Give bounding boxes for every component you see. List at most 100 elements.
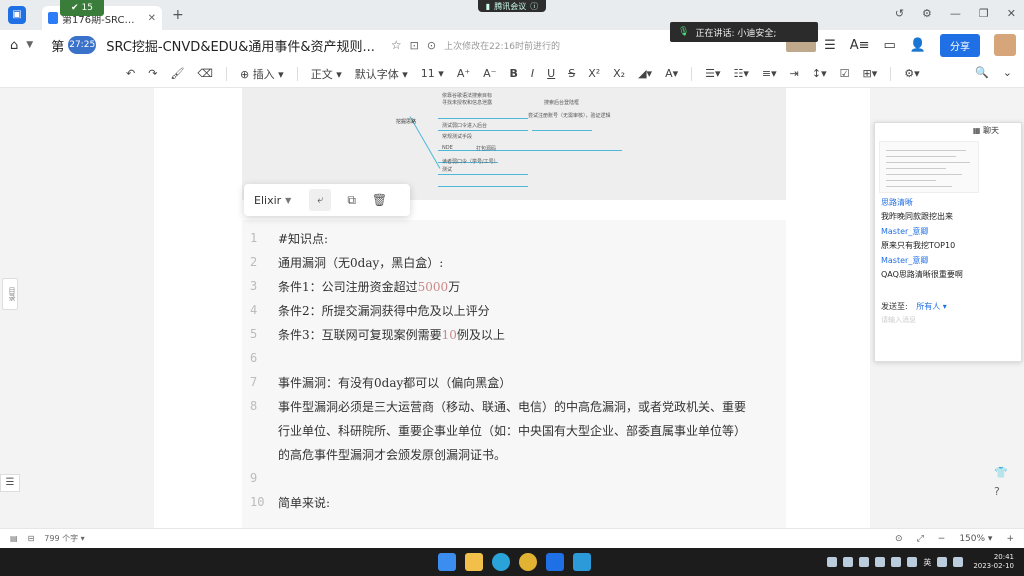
page-view-icon[interactable]: ▤ <box>10 534 18 543</box>
chevron-down-icon[interactable]: ▼ <box>26 40 33 50</box>
zoom-out-icon[interactable]: − <box>938 534 946 544</box>
copy-icon[interactable]: ⧉ <box>347 193 356 208</box>
align-icon[interactable]: ≡▾ <box>762 67 777 80</box>
settings-gear-icon[interactable]: ⚙ <box>922 7 932 20</box>
style-label: 正文 <box>310 67 333 81</box>
strikethrough-icon[interactable]: S <box>568 67 575 80</box>
zoom-level[interactable]: 150% ▾ <box>959 534 992 544</box>
insert-button[interactable]: ⊕ 插入 ▾ <box>240 66 284 82</box>
font-color-icon[interactable]: A▾ <box>665 67 678 80</box>
clear-format-icon[interactable]: ⌫ <box>197 67 213 80</box>
close-window-button[interactable]: ✕ <box>1007 7 1016 20</box>
restore-size-icon[interactable]: ↺ <box>895 7 904 20</box>
speaking-indicator: 🎙 正在讲话: 小迪安全; <box>670 22 818 42</box>
code-line: 2 通用漏洞（无0day，黑白盒）: <box>242 250 786 274</box>
mindmap-node: 寻找未授权和信息泄露 <box>442 100 493 106</box>
present-icon[interactable]: ▭ <box>884 38 896 53</box>
document-title[interactable]: SRC挖掘-CNVD&EDU&通用事件&资产规则... <box>106 36 375 55</box>
increase-font-icon[interactable]: A⁺ <box>457 67 470 80</box>
window-controls: ↺ ⚙ — ❐ ✕ <box>895 7 1016 20</box>
minimize-button[interactable]: — <box>950 7 961 20</box>
fit-width-icon[interactable]: ⊟ <box>28 534 35 543</box>
tray-app-icon[interactable] <box>859 557 870 567</box>
tray-app-icon[interactable] <box>875 557 886 567</box>
mindmap-root: 挖掘思路 <box>396 119 417 125</box>
menu-icon[interactable]: ☰ <box>824 38 836 53</box>
chat-input[interactable]: 请输入消息 <box>881 315 916 325</box>
focus-mode-icon[interactable]: ⊙ <box>895 534 903 544</box>
chat-sender: 思路清晰 <box>881 198 913 207</box>
mindmap-connector <box>532 150 622 151</box>
tencent-meeting-icon[interactable] <box>573 553 591 571</box>
font-style-icon[interactable]: A≡ <box>850 38 870 53</box>
highlight-icon[interactable]: ◢▾ <box>638 67 652 80</box>
plugin-icon[interactable]: ⚙▾ <box>904 67 919 80</box>
user-avatar[interactable] <box>994 34 1016 56</box>
toolbar-right: 🔍 ⌄ <box>975 66 1012 79</box>
help-icon[interactable]: ? <box>994 485 1012 498</box>
star-icon[interactable]: ☆ <box>391 38 402 52</box>
home-icon[interactable]: ⌂ <box>10 38 18 53</box>
move-icon[interactable]: ⊡ <box>410 39 419 52</box>
font-family-select[interactable]: 默认字体 ▾ <box>355 66 408 82</box>
shared-screenshot-thumbnail[interactable] <box>879 141 979 193</box>
maximize-button[interactable]: ❐ <box>979 7 989 20</box>
word-count[interactable]: 799 个字 ▾ <box>44 533 84 544</box>
checklist-icon[interactable]: ☑ <box>840 67 850 80</box>
volume-icon[interactable] <box>953 557 964 567</box>
shirt-icon[interactable]: 👕 <box>994 466 1012 479</box>
tray-app-icon[interactable] <box>827 557 838 567</box>
redo-icon[interactable]: ↷ <box>148 67 157 80</box>
tray-app-icon[interactable] <box>907 557 918 567</box>
wrap-lines-icon[interactable]: ⤶ <box>309 189 332 211</box>
send-to-select[interactable]: 所有人 ▾ <box>916 302 947 311</box>
italic-icon[interactable]: I <box>531 67 534 80</box>
share-button[interactable]: 分享 <box>940 33 980 57</box>
subscript-icon[interactable]: X₂ <box>613 67 625 80</box>
line-spacing-icon[interactable]: ↕▾ <box>812 67 827 80</box>
meeting-label: 腾讯会议 <box>494 1 527 11</box>
paragraph-style-select[interactable]: 正文 ▾ <box>311 66 342 82</box>
indent-icon[interactable]: ⇥ <box>790 67 799 80</box>
tencent-docs-icon[interactable] <box>546 553 564 571</box>
edge-browser-icon[interactable] <box>492 553 510 571</box>
table-icon[interactable]: ⊞▾ <box>863 67 878 80</box>
bullet-list-icon[interactable]: ☰▾ <box>705 67 720 80</box>
language-select[interactable]: Elixir <box>254 194 281 207</box>
size-label: 11 <box>420 67 435 80</box>
code-line: 4 条件2：所提交漏洞获得中危及以上评分 <box>242 298 786 322</box>
tray-app-icon[interactable] <box>843 557 854 567</box>
line-text: 通用漏洞（无0day，黑白盒）: <box>278 255 444 270</box>
system-clock[interactable]: 20:41 2023-02-10 <box>973 553 1014 571</box>
add-user-icon[interactable]: 👤 <box>910 38 926 53</box>
superscript-icon[interactable]: X² <box>588 67 600 80</box>
underline-icon[interactable]: U <box>547 67 555 80</box>
caret-down-icon[interactable]: ▼ <box>285 196 291 205</box>
windows-start-icon[interactable] <box>438 553 456 571</box>
undo-icon[interactable]: ↶ <box>126 67 135 80</box>
font-size-select[interactable]: 11 ▾ <box>421 67 444 80</box>
line-text: #知识点: <box>278 231 329 246</box>
network-icon[interactable] <box>937 557 948 567</box>
insert-label: 插入 <box>252 67 275 81</box>
close-tab-icon[interactable]: ✕ <box>148 13 156 24</box>
tray-app-icon[interactable] <box>891 557 902 567</box>
fullscreen-icon[interactable]: ⤢ <box>917 534 924 544</box>
list-icon[interactable]: ☰ <box>0 474 20 492</box>
chevron-down-icon[interactable]: ⌄ <box>1003 66 1012 79</box>
new-tab-button[interactable]: + <box>172 7 184 23</box>
bold-icon[interactable]: B <box>510 67 518 80</box>
numbered-list-icon[interactable]: ☷▾ <box>734 67 749 80</box>
zoom-in-icon[interactable]: + <box>1006 534 1014 544</box>
meeting-indicator[interactable]: ▮ 腾讯会议 ⓘ <box>478 0 546 12</box>
outline-toggle[interactable]: 目录 <box>2 278 18 310</box>
decrease-font-icon[interactable]: A⁻ <box>483 67 496 80</box>
ime-indicator[interactable]: 英 <box>923 557 931 568</box>
chat-sender: Master_意卿 <box>881 256 929 265</box>
trash-icon[interactable]: 🗑 <box>372 193 387 207</box>
file-explorer-icon[interactable] <box>465 553 483 571</box>
chrome-browser-icon[interactable] <box>519 553 537 571</box>
format-painter-icon[interactable]: 🖌 <box>170 67 184 80</box>
code-block[interactable]: 1 #知识点: 2 通用漏洞（无0day，黑白盒）: 3 条件1：公司注册资金超过50… <box>242 220 786 528</box>
search-icon[interactable]: 🔍 <box>975 66 989 79</box>
